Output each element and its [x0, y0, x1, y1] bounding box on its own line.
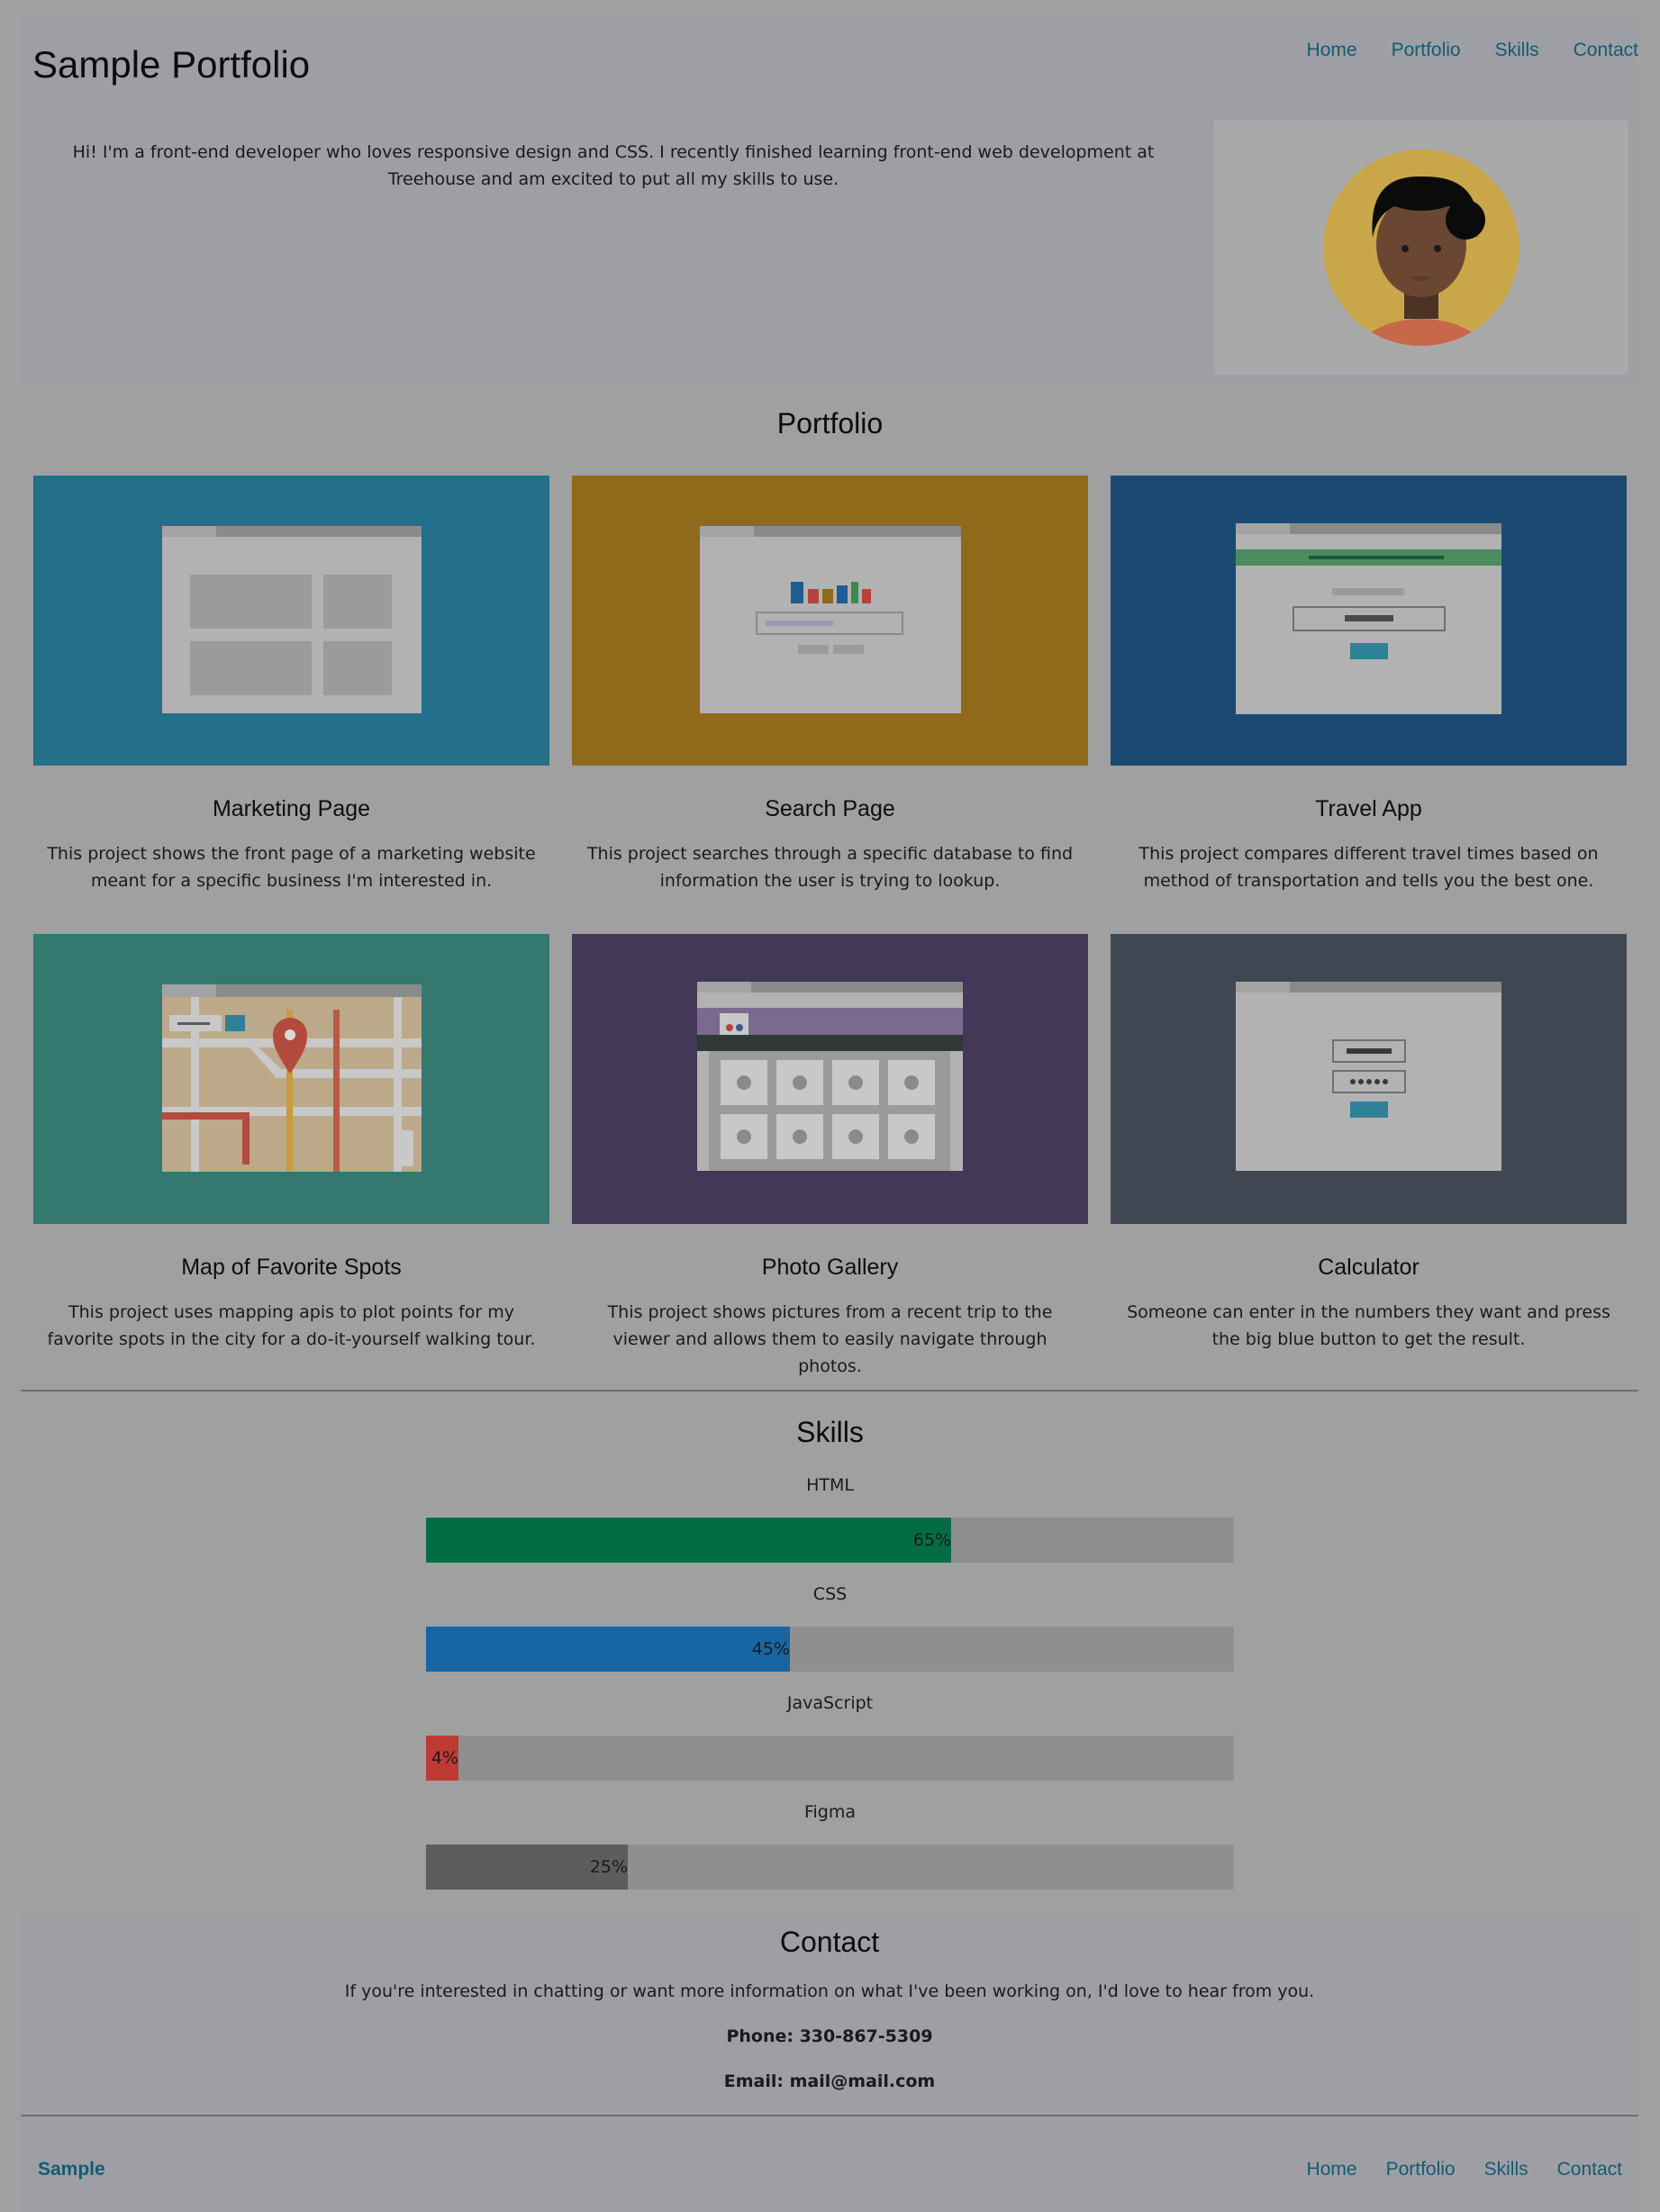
project-description: This project uses mapping apis to plot p… [47, 1302, 536, 1349]
map-thumbnail[interactable] [33, 934, 549, 1224]
project-description: This project shows pictures from a recen… [607, 1302, 1053, 1376]
project-title: Travel App [1315, 796, 1422, 821]
skill-bar-fill [426, 1518, 951, 1563]
skill-bar-javascript: 4% [426, 1736, 1234, 1781]
nav-skills-link[interactable]: Skills [1495, 40, 1539, 61]
project-description: Someone can enter in the numbers they wa… [1127, 1302, 1610, 1349]
footer-portfolio-link[interactable]: Portfolio [1386, 2159, 1456, 2180]
marketing-page-thumbnail[interactable] [33, 476, 549, 766]
contact-text: If you're interested in chatting or want… [344, 1981, 1315, 2001]
skill-bar-css: 45% [426, 1627, 1234, 1672]
project-title: Calculator [1318, 1255, 1420, 1280]
photo-gallery-thumbnail[interactable] [572, 934, 1088, 1224]
skill-label: HTML [806, 1475, 854, 1495]
nav-portfolio-link[interactable]: Portfolio [1392, 40, 1461, 61]
nav-home-link[interactable]: Home [1307, 40, 1357, 61]
skill-bar-fill [426, 1627, 790, 1672]
project-title: Search Page [765, 796, 895, 821]
site-header: Sample Portfolio Home Portfolio Skills C… [21, 13, 1638, 385]
footer-brand-link[interactable]: Sample [38, 2159, 105, 2180]
contact-email[interactable]: Email: mail@mail.com [21, 2071, 1638, 2091]
contact-heading: Contact [779, 1926, 880, 1958]
project-title: Photo Gallery [761, 1255, 899, 1280]
skill-percent: 45% [751, 1639, 790, 1659]
avatar [1214, 121, 1628, 375]
project-description: This project searches through a specific… [586, 844, 1074, 891]
footer-divider [21, 2115, 1638, 2117]
footer-home-link[interactable]: Home [1307, 2159, 1357, 2180]
section-divider [21, 1390, 1638, 1392]
site-footer: Sample Home Portfolio Skills Contact [21, 2117, 1638, 2212]
skill-bar-figma: 25% [426, 1845, 1234, 1890]
skill-percent: 4% [431, 1748, 458, 1768]
main-nav: Home Portfolio Skills Contact [1307, 40, 1638, 61]
project-title: Marketing Page [212, 796, 371, 821]
skill-percent: 25% [589, 1857, 628, 1877]
portfolio-heading: Portfolio [776, 407, 884, 440]
travel-app-thumbnail[interactable] [1111, 476, 1627, 766]
skill-label: JavaScript [786, 1693, 874, 1713]
skill-bar-html: 65% [426, 1518, 1234, 1563]
skill-label: CSS [812, 1584, 848, 1604]
contact-section: Contact If you're interested in chatting… [21, 1913, 1638, 2115]
nav-contact-link[interactable]: Contact [1574, 40, 1638, 61]
skill-label: Figma [803, 1802, 857, 1822]
footer-skills-link[interactable]: Skills [1484, 2159, 1528, 2180]
search-page-thumbnail[interactable] [572, 476, 1088, 766]
project-title: Map of Favorite Spots [181, 1255, 402, 1280]
calculator-thumbnail[interactable] [1111, 934, 1627, 1224]
contact-phone[interactable]: Phone: 330-867-5309 [21, 2026, 1638, 2046]
project-description: This project compares different travel t… [1138, 844, 1599, 891]
project-description: This project shows the front page of a m… [47, 844, 536, 891]
footer-contact-link[interactable]: Contact [1557, 2159, 1622, 2180]
skill-percent: 65% [912, 1530, 951, 1550]
footer-nav: Home Portfolio Skills Contact [1307, 2159, 1638, 2180]
site-title: Sample Portfolio [32, 43, 311, 86]
skills-heading: Skills [796, 1416, 864, 1448]
intro-text: Hi! I'm a front-end developer who loves … [72, 142, 1155, 189]
